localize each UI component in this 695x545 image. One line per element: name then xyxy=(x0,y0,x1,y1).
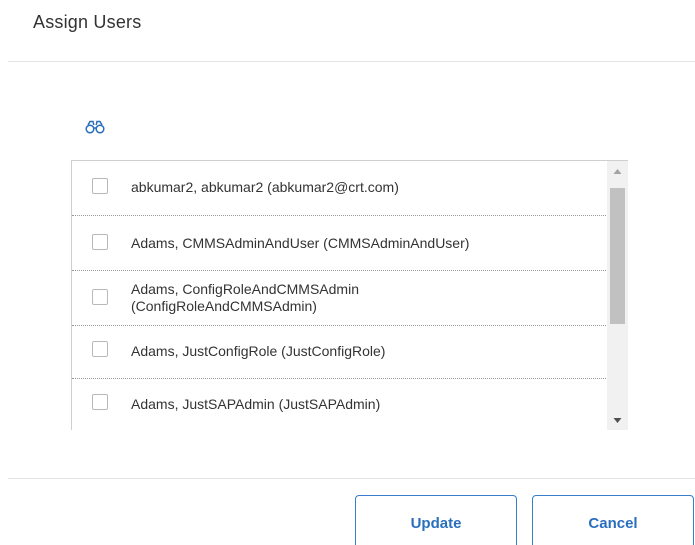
user-label: Adams, JustSAPAdmin (JustSAPAdmin) xyxy=(131,396,381,412)
list-item[interactable]: Adams, JustConfigRole (JustConfigRole) xyxy=(72,326,608,379)
list-item[interactable]: abkumar2, abkumar2 (abkumar2@crt.com) xyxy=(72,161,608,216)
update-button[interactable]: Update xyxy=(355,495,517,545)
scroll-down-arrow-icon[interactable] xyxy=(607,410,628,430)
user-checkbox[interactable] xyxy=(92,234,108,250)
list-item[interactable]: Adams, ConfigRoleAndCMMSAdmin (ConfigRol… xyxy=(72,271,608,326)
scroll-up-arrow-icon[interactable] xyxy=(607,161,628,182)
list-scrollbar[interactable] xyxy=(607,161,628,430)
list-item[interactable]: Adams, JustSAPAdmin (JustSAPAdmin) xyxy=(72,379,608,430)
dialog-title: Assign Users xyxy=(33,12,142,32)
binoculars-icon[interactable] xyxy=(85,120,105,134)
user-checkbox[interactable] xyxy=(92,289,108,305)
user-checkbox[interactable] xyxy=(92,178,108,194)
user-label: Adams, CMMSAdminAndUser (CMMSAdminAndUse… xyxy=(131,235,470,251)
user-label: Adams, JustConfigRole (JustConfigRole) xyxy=(131,343,386,359)
title-divider xyxy=(8,61,695,62)
user-checkbox[interactable] xyxy=(92,341,108,357)
list-item[interactable]: Adams, CMMSAdminAndUser (CMMSAdminAndUse… xyxy=(72,216,608,271)
footer-divider xyxy=(8,478,695,479)
scrollbar-thumb[interactable] xyxy=(610,188,625,324)
user-list[interactable]: abkumar2, abkumar2 (abkumar2@crt.com) Ad… xyxy=(71,160,628,430)
assign-users-dialog: Assign Users abkumar2, abkumar2 (abkumar… xyxy=(0,0,695,545)
user-label: Adams, ConfigRoleAndCMMSAdmin (ConfigRol… xyxy=(131,281,359,314)
cancel-button[interactable]: Cancel xyxy=(532,495,694,545)
user-checkbox[interactable] xyxy=(92,394,108,410)
user-label: abkumar2, abkumar2 (abkumar2@crt.com) xyxy=(131,179,399,195)
